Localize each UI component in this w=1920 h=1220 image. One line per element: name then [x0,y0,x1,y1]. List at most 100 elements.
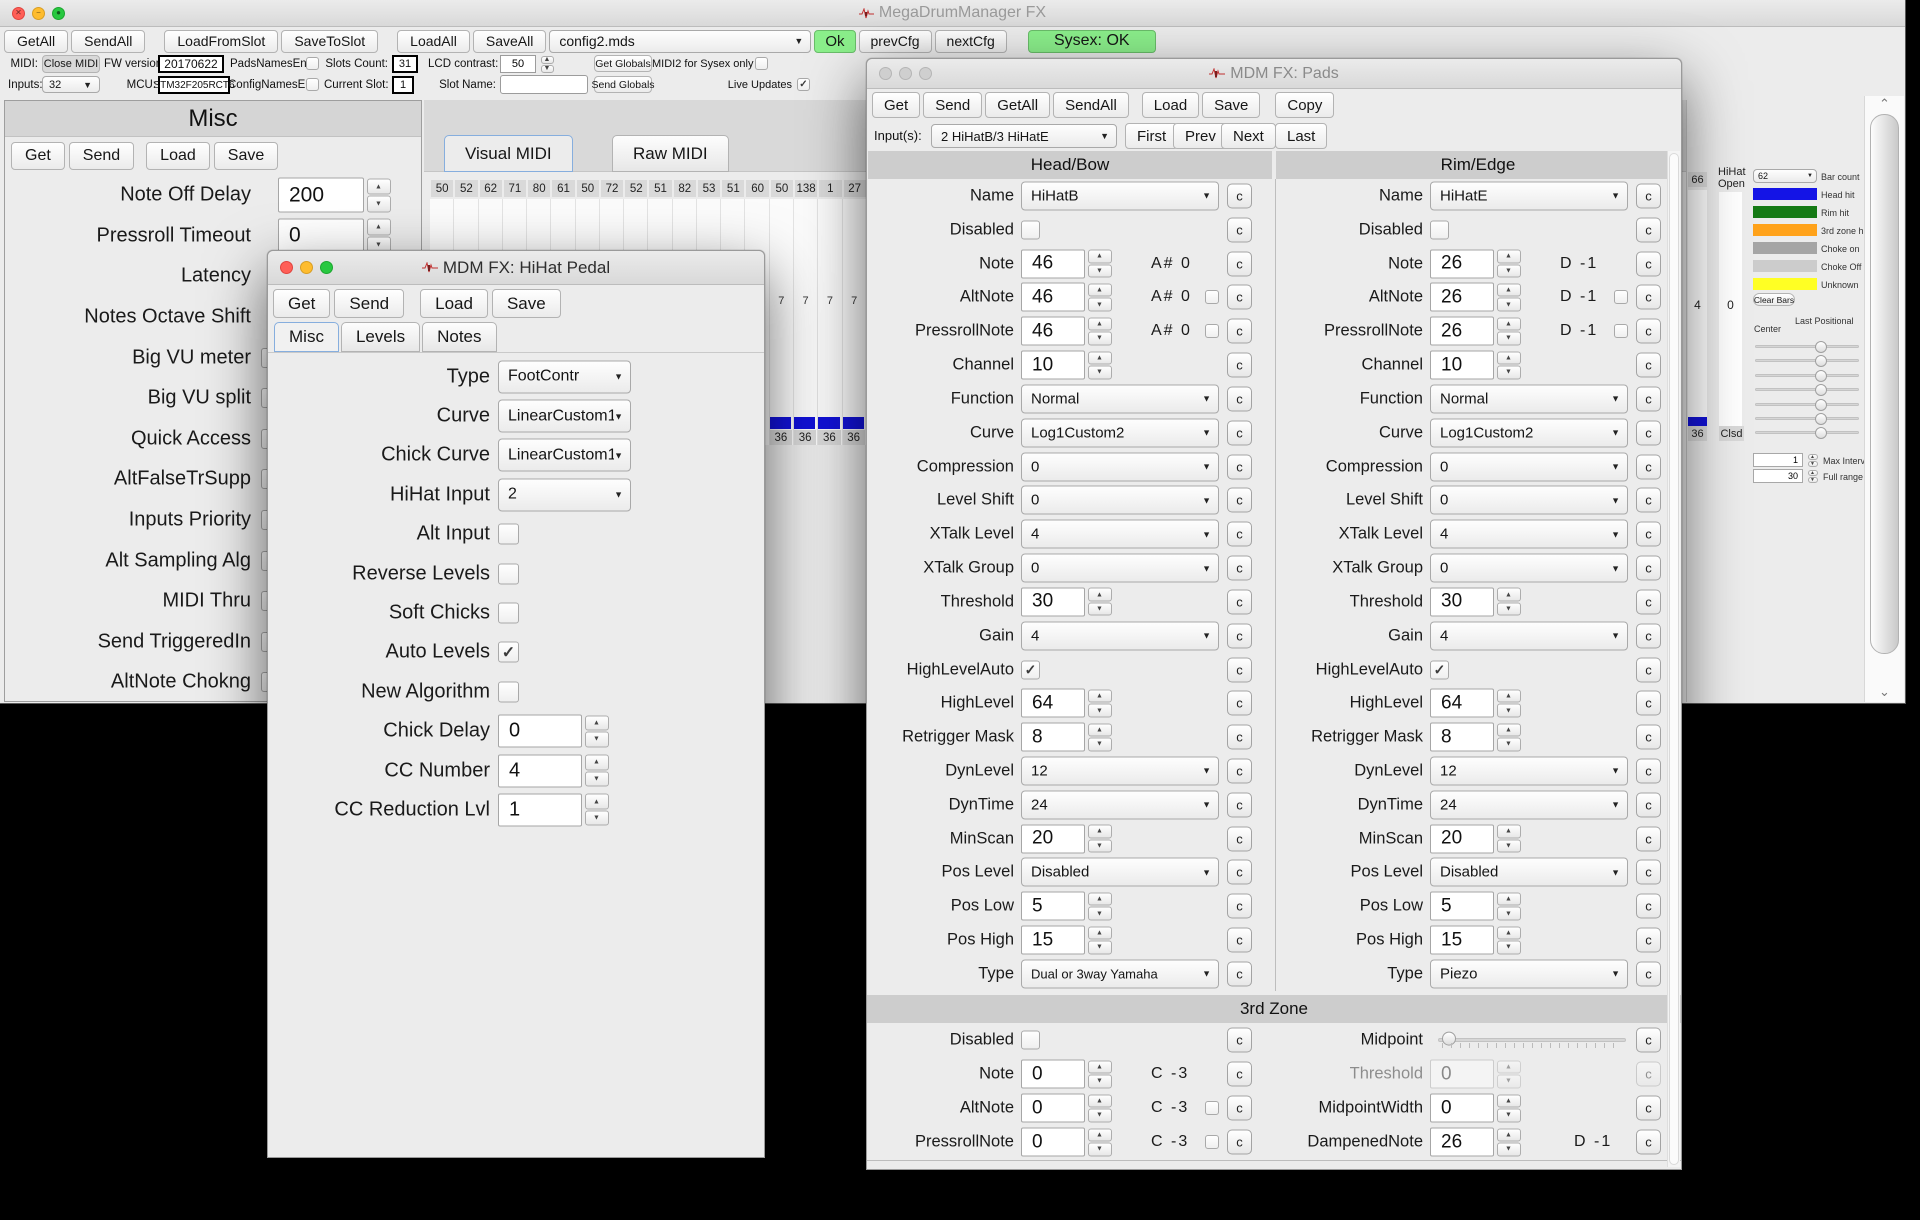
spinner[interactable]: 8▲▼ [1430,723,1521,752]
spinner[interactable]: 0▲▼ [278,218,391,253]
config-file-select[interactable]: config2.mds ▼ [549,30,811,53]
positional-slider-thumb[interactable] [1815,370,1827,382]
down-arrow-icon[interactable]: ▼ [1088,264,1112,278]
checkbox[interactable] [498,642,519,663]
tab-visual-midi[interactable]: Visual MIDI [444,135,573,172]
up-arrow-icon[interactable]: ▲ [1808,454,1818,460]
positional-slider-track[interactable] [1755,374,1859,377]
dropdown[interactable]: LinearCustom1▼ [498,439,631,472]
pads-save-button[interactable]: Save [1202,92,1260,118]
up-arrow-icon[interactable]: ▲ [1497,689,1521,703]
prev-cfg-button[interactable]: prevCfg [859,30,932,53]
dropdown[interactable]: FootContr▼ [498,360,631,393]
tab-levels[interactable]: Levels [341,322,420,352]
down-arrow-icon[interactable]: ▼ [1497,366,1521,380]
last-pad-button[interactable]: Last [1275,123,1327,149]
spinner[interactable]: 200▲▼ [278,178,391,213]
dropdown[interactable]: Log1Custom2▼ [1430,418,1628,447]
spinner-field[interactable]: 5 [1430,892,1494,921]
spinner-field[interactable]: 8 [1021,723,1085,752]
spinner-buttons[interactable]: ▲▼ [1087,824,1112,853]
positional-slider-thumb[interactable] [1815,341,1827,353]
positional-slider-track[interactable] [1755,417,1859,420]
copy-c-button[interactable]: c [1636,353,1661,378]
up-arrow-icon[interactable]: ▲ [1088,283,1112,297]
send-all-button[interactable]: SendAll [71,30,145,53]
note-checkbox[interactable] [1614,324,1628,338]
checkbox[interactable] [498,524,519,545]
live-updates-checkbox[interactable] [797,78,810,91]
dropdown[interactable]: HiHatE▼ [1430,181,1628,210]
down-arrow-icon[interactable]: ▼ [1088,941,1112,955]
spinner-field[interactable]: 0 [1021,1060,1085,1089]
spinner-buttons[interactable]: ▲▼ [1087,1094,1112,1123]
max-interval-field[interactable]: 1 [1753,453,1803,467]
down-arrow-icon[interactable]: ▼ [1497,704,1521,718]
positional-slider-track[interactable] [1755,359,1859,362]
down-arrow-icon[interactable]: ▼ [1497,839,1521,853]
full-range-field[interactable]: 30 [1753,469,1803,483]
down-arrow-icon[interactable]: ▼ [1497,298,1521,312]
dropdown[interactable]: Disabled▼ [1021,858,1219,887]
down-arrow-icon[interactable]: ▼ [1808,477,1818,483]
up-arrow-icon[interactable]: ▲ [1497,283,1521,297]
spinner-field[interactable]: 15 [1021,926,1085,955]
down-arrow-icon[interactable]: ▼ [1088,704,1112,718]
spinner-buttons[interactable]: ▲▼ [1087,723,1112,752]
spinner-field[interactable]: 0 [498,715,582,748]
positional-slider-track[interactable] [1755,388,1859,391]
down-arrow-icon[interactable]: ▼ [1088,1075,1112,1089]
down-arrow-icon[interactable]: ▼ [585,771,609,787]
copy-c-button[interactable]: c [1636,860,1661,885]
spinner-buttons[interactable]: ▲▼ [1087,1060,1112,1089]
copy-c-button[interactable]: c [1227,928,1252,953]
scroll-down-icon[interactable]: ⌄ [1865,684,1904,700]
save-to-slot-button[interactable]: SaveToSlot [281,30,378,53]
spinner-buttons[interactable]: ▲▼ [584,715,609,748]
up-arrow-icon[interactable]: ▲ [1497,1094,1521,1108]
up-arrow-icon[interactable]: ▲ [1088,825,1112,839]
dropdown[interactable]: 0▼ [1430,486,1628,515]
spinner-buttons[interactable]: ▲▼ [1087,689,1112,718]
copy-c-button[interactable]: c [1227,488,1252,513]
spinner[interactable]: 4▲▼ [498,754,609,787]
spinner-field[interactable]: 26 [1430,1128,1494,1157]
copy-c-button[interactable]: c [1227,556,1252,581]
up-arrow-icon[interactable]: ▲ [367,178,391,195]
copy-c-button[interactable]: c [1636,488,1661,513]
spinner[interactable]: 46▲▼ [1021,249,1112,278]
checkbox[interactable] [1021,660,1040,679]
copy-c-button[interactable]: c [1227,792,1252,817]
copy-c-button[interactable]: c [1636,928,1661,953]
down-arrow-icon[interactable]: ▼ [367,196,391,213]
up-arrow-icon[interactable]: ▲ [1088,588,1112,602]
positional-slider-thumb[interactable] [1815,413,1827,425]
spinner-field[interactable]: 0 [278,218,364,253]
dropdown[interactable]: Normal▼ [1021,384,1219,413]
misc-send-button[interactable]: Send [69,142,134,170]
spinner-buttons[interactable]: ▲▼ [366,178,391,213]
copy-c-button[interactable]: c [1636,319,1661,344]
dropdown[interactable]: 12▼ [1430,756,1628,785]
copy-c-button[interactable]: c [1227,386,1252,411]
spinner[interactable]: 26▲▼ [1430,283,1521,312]
dropdown[interactable]: Dual or 3way Yamaha▼ [1021,959,1219,988]
spinner[interactable]: 30▲▼ [1021,587,1112,616]
copy-c-button[interactable]: c [1227,420,1252,445]
down-arrow-icon[interactable]: ▼ [1088,298,1112,312]
up-arrow-icon[interactable]: ▲ [1497,250,1521,264]
spinner-buttons[interactable]: ▲▼ [1496,824,1521,853]
copy-c-button[interactable]: c [1636,691,1661,716]
midpoint-slider-track[interactable] [1438,1038,1626,1042]
up-arrow-icon[interactable]: ▲ [1497,588,1521,602]
up-arrow-icon[interactable]: ▲ [585,755,609,771]
spinner[interactable]: 26▲▼ [1430,317,1521,346]
next-cfg-button[interactable]: nextCfg [935,30,1007,53]
down-arrow-icon[interactable]: ▼ [585,810,609,826]
up-arrow-icon[interactable]: ▲ [1088,723,1112,737]
hihat-load-button[interactable]: Load [420,289,488,318]
copy-c-button[interactable]: c [1636,285,1661,310]
down-arrow-icon[interactable]: ▼ [1497,738,1521,752]
copy-c-button[interactable]: c [1636,1062,1661,1087]
spinner-buttons[interactable]: ▲▼ [1496,1094,1521,1123]
